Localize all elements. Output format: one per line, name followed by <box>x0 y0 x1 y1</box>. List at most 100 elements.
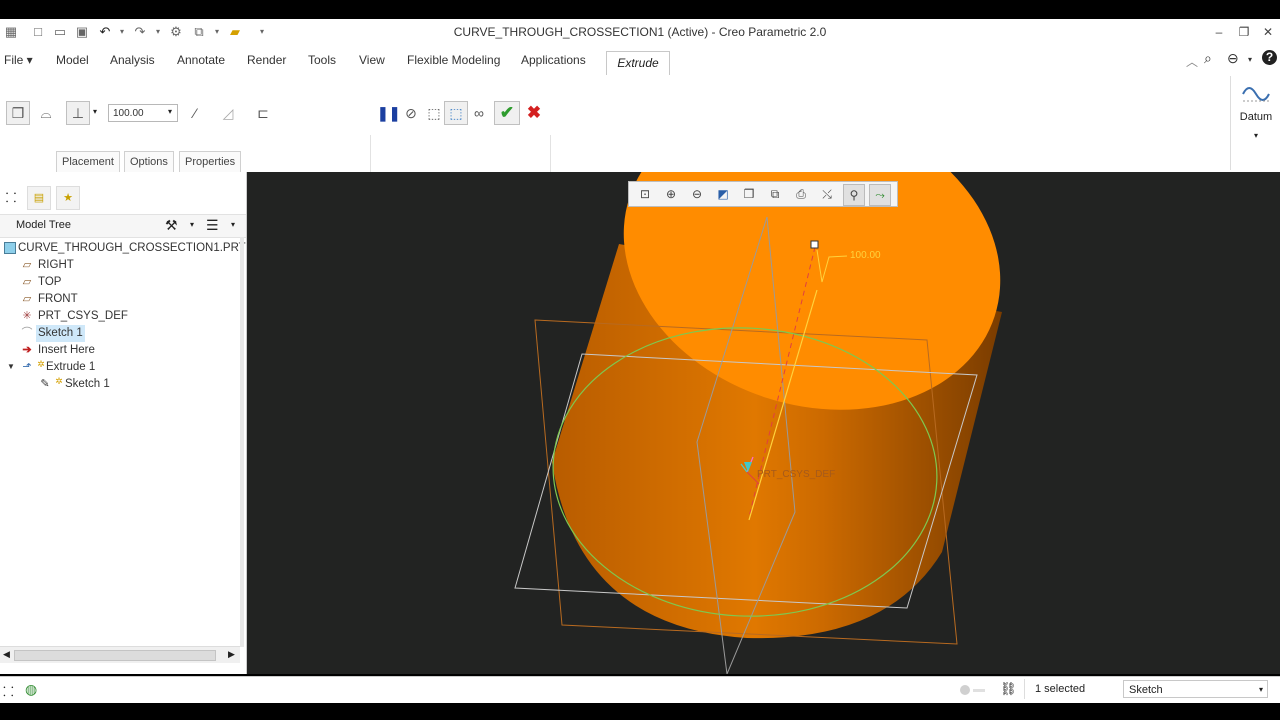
repaint-icon[interactable]: ◩ <box>713 184 733 204</box>
pause-button[interactable]: ❚❚ <box>376 101 400 125</box>
graphics-window[interactable]: 100.00 PRT_CSYS_DEF <box>247 172 1280 674</box>
tab-flexible-modeling[interactable]: Flexible Modeling <box>407 53 500 67</box>
tab-placement[interactable]: Placement <box>56 151 120 173</box>
tab-view[interactable]: View <box>359 53 385 67</box>
datum-plane-icon: ▱ <box>22 276 32 288</box>
vertical-scrollbar[interactable] <box>240 237 244 647</box>
close-window-button[interactable]: ✕ <box>1259 23 1277 41</box>
tab-annotate[interactable]: Annotate <box>177 53 225 67</box>
tab-applications[interactable]: Applications <box>521 53 586 67</box>
tree-settings-dropdown-icon[interactable]: ▾ <box>190 220 194 229</box>
depth-drag-handle[interactable] <box>810 240 819 249</box>
file-menu[interactable]: File ▾ <box>4 53 33 67</box>
thicken-sketch-button[interactable]: ⊏ <box>251 101 275 125</box>
solid-button[interactable]: ❒ <box>6 101 30 125</box>
view-manager-icon[interactable]: ⎙ <box>791 184 811 204</box>
expand-arrow-icon[interactable]: ▼ <box>4 360 18 374</box>
regen-progress-track <box>973 689 985 692</box>
tree-item-label: PRT_CSYS_DEF <box>38 310 128 322</box>
show-menu-icon[interactable]: ☰ <box>206 217 219 234</box>
model-tree-header: Model Tree ⚒ ▾ ☰ ▾ <box>0 214 246 238</box>
csys-label: PRT_CSYS_DEF <box>757 469 836 480</box>
depth-option-button[interactable]: ⊥ <box>66 101 90 125</box>
refit-icon[interactable]: ⊡ <box>635 184 655 204</box>
extrude-icon: ⬏ <box>22 361 32 373</box>
file-menu-label: File <box>4 53 24 67</box>
navigator-toggle-icon[interactable]: ⸬ <box>3 682 14 700</box>
minimize-button[interactable]: – <box>1210 23 1228 41</box>
datum-plane-icon: ▱ <box>22 259 32 271</box>
depth-option-dropdown-icon[interactable]: ▾ <box>93 107 97 116</box>
navigator-panel: ⸬ ▤ ★ Model Tree ⚒ ▾ ☰ ▾ CURVE_THROUGH_C… <box>0 172 247 674</box>
tree-settings-icon[interactable]: ⚒ <box>165 217 178 234</box>
model-view[interactable] <box>247 172 1280 674</box>
tree-item-label: Sketch 1 <box>36 325 85 342</box>
depth-dimension-label[interactable]: 100.00 <box>850 250 881 261</box>
find-icon[interactable]: ⛓ <box>1000 681 1017 697</box>
tab-analysis[interactable]: Analysis <box>110 53 155 67</box>
part-icon <box>4 242 16 254</box>
datum-plane-icon: ▱ <box>22 293 32 305</box>
browser-toggle-icon[interactable]: ◍ <box>25 681 37 698</box>
depth-value: 100.00 <box>113 108 144 119</box>
tab-extrude[interactable]: Extrude <box>606 51 670 76</box>
favorites-tab-icon[interactable]: ★ <box>56 186 80 210</box>
display-style-icon[interactable]: ❒ <box>739 184 759 204</box>
confirm-button[interactable]: ✔ <box>494 101 520 125</box>
datum-label: Datum <box>1239 111 1273 123</box>
regen-status-indicator <box>960 685 970 695</box>
help-icon[interactable]: ? <box>1262 50 1277 65</box>
datum-curve-icon <box>1242 87 1270 102</box>
model-tree-title: Model Tree <box>16 219 72 231</box>
title-bar: ▦ □ ▭ ▣ ↶ ▾ ↷ ▾ ⚙ ⧉ ▾ ▰ ▾ CURVE_THROUGH_… <box>0 19 1280 45</box>
search-icon[interactable]: ⌕ <box>1204 50 1212 67</box>
scroll-right-icon[interactable]: ▶ <box>228 649 235 660</box>
tab-options[interactable]: Options <box>124 151 174 173</box>
tree-item-label: CURVE_THROUGH_CROSSECTION1.PRT <box>18 242 246 254</box>
tab-properties[interactable]: Properties <box>179 151 242 173</box>
settings-dropdown-icon[interactable]: ▾ <box>1248 55 1252 64</box>
ribbon-divider <box>370 135 371 172</box>
csys-icon: ✳ <box>22 310 32 322</box>
selection-count[interactable]: 1 selected <box>1024 679 1125 699</box>
verify-preview-button[interactable]: ∞ <box>467 101 491 125</box>
selection-filter-value: Sketch <box>1129 684 1163 696</box>
scroll-thumb[interactable] <box>14 650 216 661</box>
scroll-left-icon[interactable]: ◀ <box>3 649 10 660</box>
datum-dropdown-icon[interactable]: ▾ <box>1231 131 1280 140</box>
tree-item-label: FRONT <box>38 293 78 305</box>
attached-preview-button[interactable]: ⬚ <box>422 101 446 125</box>
detached-preview-button[interactable]: ⬚ <box>444 101 468 125</box>
tree-item-label: TOP <box>38 276 62 288</box>
annotation-display-icon[interactable]: ⤳ <box>869 184 891 206</box>
selection-filter-dropdown[interactable]: Sketch ▾ <box>1123 680 1268 698</box>
settings-icon[interactable]: ⊖ <box>1227 50 1239 67</box>
zoom-out-icon[interactable]: ⊖ <box>687 184 707 204</box>
depth-value-dropdown-icon[interactable]: ▾ <box>168 107 172 116</box>
flip-direction-button[interactable]: ⁄ <box>183 101 207 125</box>
tab-render[interactable]: Render <box>247 53 286 67</box>
no-preview-button[interactable]: ⊘ <box>399 101 423 125</box>
datum-group[interactable]: Datum ▾ <box>1230 76 1280 170</box>
spin-center-icon[interactable]: ⚲ <box>843 184 865 206</box>
folder-browser-tab-icon[interactable]: ▤ <box>27 186 51 210</box>
tab-model[interactable]: Model <box>56 53 89 67</box>
cancel-button[interactable]: ✖ <box>522 101 546 125</box>
saved-orientations-icon[interactable]: ⧉ <box>765 184 785 204</box>
insert-mode-star-icon: ✲ <box>55 376 63 386</box>
filter-dropdown-icon[interactable]: ▾ <box>1259 681 1263 699</box>
status-bar: ⸬ ◍ ⛓ 1 selected Sketch ▾ <box>0 676 1280 703</box>
zoom-in-icon[interactable]: ⊕ <box>661 184 681 204</box>
collapse-ribbon-icon[interactable]: ︿ <box>1186 53 1198 70</box>
tab-tools[interactable]: Tools <box>308 53 336 67</box>
surface-button[interactable]: ⌓ <box>34 101 58 125</box>
datum-display-filters-icon[interactable]: ⤯ <box>817 184 837 204</box>
show-menu-dropdown-icon[interactable]: ▾ <box>231 220 235 229</box>
sketch-icon: ⌒ <box>21 327 33 339</box>
model-tree-tab-icon[interactable]: ⸬ <box>2 188 20 210</box>
horizontal-scrollbar[interactable]: ◀ ▶ <box>0 646 240 663</box>
restore-button[interactable]: ❐ <box>1235 23 1253 41</box>
ribbon-divider <box>550 135 551 172</box>
remove-material-button[interactable]: ◿ <box>216 101 240 125</box>
model-tree: CURVE_THROUGH_CROSSECTION1.PRT ▱ RIGHT ▱… <box>0 239 246 649</box>
